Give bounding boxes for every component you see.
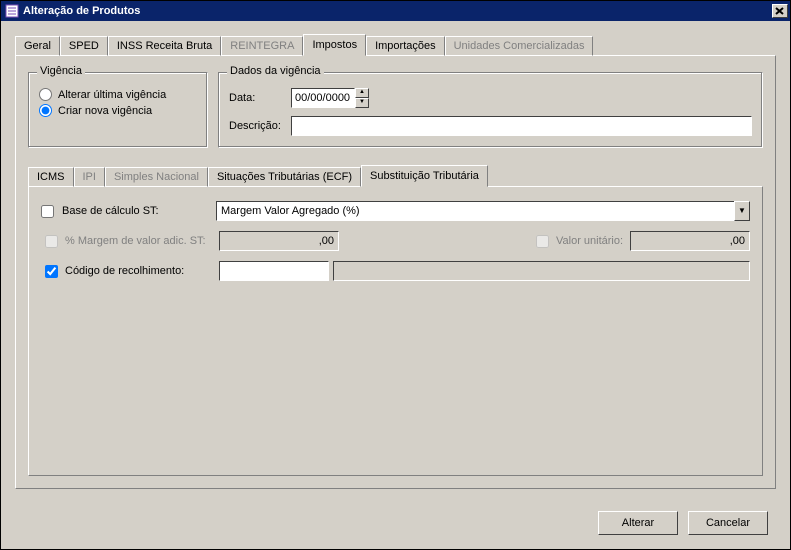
check-margem [45, 235, 58, 248]
label-alterar-ultima[interactable]: Alterar última vigência [58, 89, 166, 101]
tab-icms[interactable]: ICMS [28, 167, 74, 187]
tab-inss[interactable]: INSS Receita Bruta [108, 36, 221, 56]
inner-tab-panel: Base de cálculo ST: ▼ % Margem de valor … [28, 186, 763, 476]
alterar-button[interactable]: Alterar [598, 511, 678, 535]
input-codigo-recolhimento[interactable] [219, 261, 329, 281]
tab-unidades: Unidades Comercializadas [445, 36, 594, 56]
label-valor-unitario: Valor unitário: [556, 235, 626, 247]
outer-tab-panel: Vigência Alterar última vigência Criar n… [15, 55, 776, 489]
groupbox-vigencia: Vigência Alterar última vigência Criar n… [28, 72, 208, 148]
tab-simples: Simples Nacional [105, 167, 208, 187]
tab-ipi: IPI [74, 167, 105, 187]
check-valor-unitario [536, 235, 549, 248]
tab-reintegra: REINTEGRA [221, 36, 303, 56]
cancelar-button[interactable]: Cancelar [688, 511, 768, 535]
radio-criar-nova[interactable] [39, 104, 52, 117]
titlebar: Alteração de Produtos [1, 1, 790, 21]
top-row: Vigência Alterar última vigência Criar n… [28, 68, 763, 148]
check-base-calculo[interactable] [41, 205, 54, 218]
close-button[interactable] [772, 4, 788, 18]
date-spinner: ▲ ▼ [355, 88, 369, 108]
outer-tabstrip: Geral SPED INSS Receita Bruta REINTEGRA … [15, 33, 776, 55]
groupbox-dados: Dados da vigência Data: ▲ ▼ Descrição: [218, 72, 763, 148]
tab-importacoes[interactable]: Importações [366, 36, 445, 56]
label-data: Data: [229, 92, 291, 104]
tab-subst-tributaria[interactable]: Substituição Tributária [361, 165, 488, 187]
input-descricao[interactable] [291, 116, 752, 136]
label-base-calculo: Base de cálculo ST: [62, 205, 212, 217]
tab-impostos[interactable]: Impostos [303, 34, 366, 56]
legend-vigencia: Vigência [37, 65, 85, 77]
client-area: Geral SPED INSS Receita Bruta REINTEGRA … [1, 21, 790, 549]
legend-dados: Dados da vigência [227, 65, 324, 77]
window-title: Alteração de Produtos [23, 5, 772, 17]
input-margem [219, 231, 339, 251]
radio-alterar-ultima[interactable] [39, 88, 52, 101]
tab-sped[interactable]: SPED [60, 36, 108, 56]
button-row: Alterar Cancelar [598, 511, 768, 535]
date-spin-up[interactable]: ▲ [355, 88, 369, 98]
window: Alteração de Produtos Geral SPED INSS Re… [0, 0, 791, 550]
input-valor-unitario [630, 231, 750, 251]
tab-situacoes[interactable]: Situações Tributárias (ECF) [208, 167, 361, 187]
label-margem: % Margem de valor adic. ST: [65, 235, 215, 247]
input-codigo-recolhimento-desc [333, 261, 750, 281]
combo-base-calculo[interactable] [216, 201, 734, 221]
label-descricao: Descrição: [229, 120, 291, 132]
inner-tabstrip: ICMS IPI Simples Nacional Situações Trib… [28, 164, 763, 186]
check-codigo-recolhimento[interactable] [45, 265, 58, 278]
tab-geral[interactable]: Geral [15, 36, 60, 56]
label-codigo-recolhimento: Código de recolhimento: [65, 265, 215, 277]
combo-base-dropdown-button[interactable]: ▼ [734, 201, 750, 221]
input-data[interactable] [291, 88, 355, 108]
app-icon [5, 4, 19, 18]
label-criar-nova[interactable]: Criar nova vigência [58, 105, 152, 117]
date-spin-down[interactable]: ▼ [355, 98, 369, 108]
